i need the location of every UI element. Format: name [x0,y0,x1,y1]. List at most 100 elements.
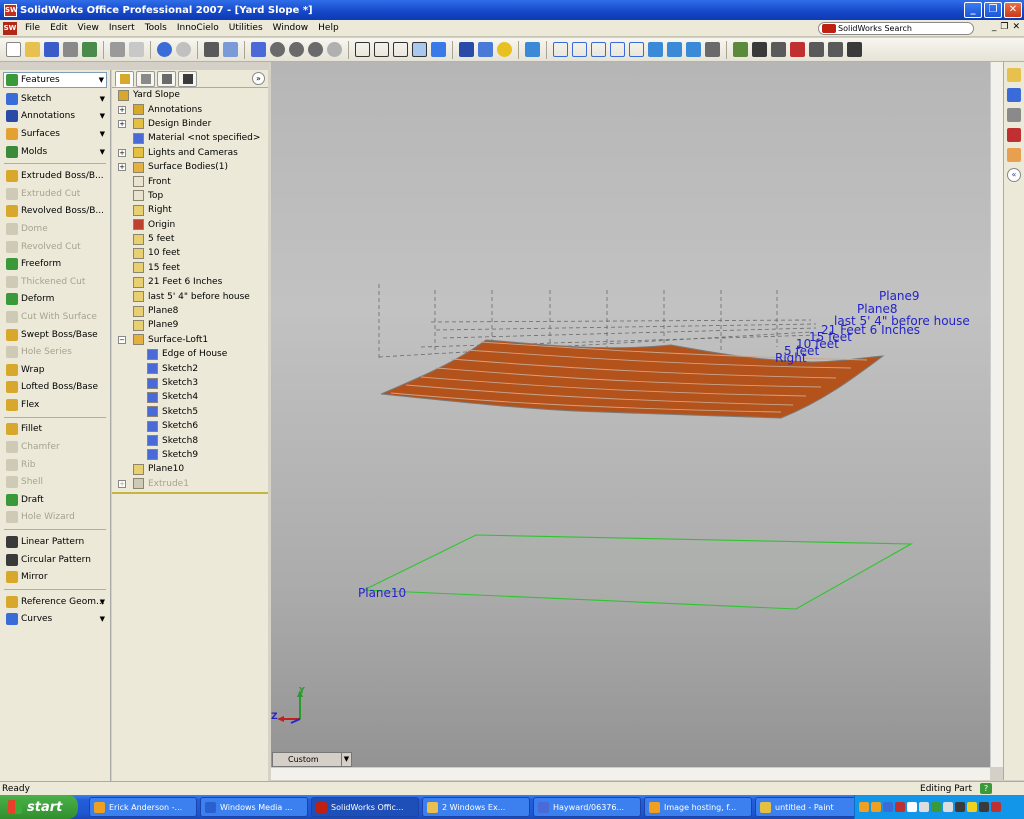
tree-item[interactable]: + Lights and Cameras [112,146,268,160]
tree-item[interactable]: Front [112,174,268,188]
tree-item[interactable]: Sketch5 [112,405,268,419]
feature-command[interactable]: Lofted Boss/Base [0,379,110,397]
feature-command[interactable]: Deform [0,291,110,309]
expand-icon[interactable]: + [118,105,126,114]
mdi-close-button[interactable]: ✕ [1012,22,1020,32]
tree-item[interactable]: 15 feet [112,261,268,275]
solidworks-logo-icon[interactable]: SW [3,21,17,35]
tree-item[interactable]: Edge of House [112,347,268,361]
tree-item[interactable]: Right [112,203,268,217]
realview-icon[interactable] [497,42,512,57]
feature-command[interactable]: Wrap [0,361,110,379]
macro-icon[interactable] [828,42,843,57]
hidden-lines-removed-icon[interactable] [393,42,408,57]
tree-item[interactable]: + Surface Bodies(1) [112,160,268,174]
expand-icon[interactable]: + [118,119,126,128]
menu-utilities[interactable]: Utilities [224,23,268,33]
display-manager-tab[interactable] [178,70,197,87]
feature-command[interactable]: Reference Geom... ▼ [0,593,110,611]
file-explorer-icon[interactable] [1007,108,1021,122]
tray-app-icon[interactable] [967,802,977,812]
horizontal-scrollbar[interactable] [271,767,990,780]
make-assembly-icon[interactable] [82,42,97,57]
minimize-button[interactable]: _ [964,2,982,18]
feature-command[interactable]: Circular Pattern [0,551,110,569]
solidworks-app-icon[interactable]: SW [4,3,18,17]
tree-item[interactable]: Sketch8 [112,433,268,447]
toolbox-icon[interactable] [771,42,786,57]
surfaces-group[interactable]: Surfaces ▼ [0,125,110,143]
print-icon[interactable] [110,42,125,57]
design-library-icon[interactable] [1007,88,1021,102]
feature-command[interactable]: Extruded Boss/B... [0,167,110,185]
tree-item[interactable]: Origin [112,218,268,232]
feature-command[interactable]: Draft [0,491,110,509]
view-tab-custom[interactable]: Custom ▼ [272,752,352,767]
taskbar-button[interactable]: Hayward/06376... [533,797,641,817]
right-view-icon[interactable] [610,42,625,57]
undo-icon[interactable] [157,42,172,57]
mdi-restore-button[interactable]: ❐ [1000,22,1008,32]
taskbar-button[interactable]: Windows Media ... [200,797,308,817]
help-icon[interactable]: ? [980,783,992,794]
search-results-icon[interactable] [1007,128,1021,142]
left-view-icon[interactable] [591,42,606,57]
tray-app-icon[interactable] [883,802,893,812]
tree-item[interactable]: Plane9 [112,318,268,332]
rebuild-icon[interactable] [251,42,266,57]
new-document-icon[interactable] [6,42,21,57]
make-drawing-icon[interactable] [63,42,78,57]
tree-item[interactable]: last 5' 4" before house [112,289,268,303]
feature-command[interactable]: Revolved Boss/B... [0,203,110,221]
menu-view[interactable]: View [73,23,104,33]
feature-command[interactable]: Fillet [0,421,110,439]
tree-item[interactable]: + Annotations [112,102,268,116]
tray-volume-icon[interactable] [919,802,929,812]
view-layout-icon[interactable] [223,42,238,57]
dimetric-view-icon[interactable] [686,42,701,57]
tree-item[interactable]: Plane8 [112,304,268,318]
zoom-selection-icon[interactable] [327,42,342,57]
menu-innocielo[interactable]: InnoCielo [172,23,224,33]
tray-app-icon[interactable] [979,802,989,812]
expand-panel-icon[interactable]: » [252,72,265,85]
solidworks-resources-icon[interactable] [1007,68,1021,82]
solidworks-search-input[interactable]: SolidWorks Search [818,22,974,35]
wireframe-icon[interactable] [355,42,370,57]
tray-app-icon[interactable] [955,802,965,812]
normal-to-icon[interactable] [705,42,720,57]
section-view-icon[interactable] [478,42,493,57]
print-preview-icon[interactable] [129,42,144,57]
tree-item[interactable]: Sketch6 [112,419,268,433]
select-icon[interactable] [204,42,219,57]
taskbar-button[interactable]: SolidWorks Offic... [311,797,419,817]
redo-icon[interactable] [176,42,191,57]
menu-window[interactable]: Window [268,23,314,33]
tree-item[interactable]: 21 Feet 6 Inches [112,275,268,289]
tree-item[interactable]: 5 feet [112,232,268,246]
zoom-area-icon[interactable] [289,42,304,57]
chevron-down-icon[interactable]: ▼ [341,753,351,766]
collapse-task-pane-icon[interactable]: « [1007,168,1021,182]
restore-button[interactable]: ❐ [984,2,1002,18]
annotations-group[interactable]: Annotations ▼ [0,108,110,126]
tray-app-icon[interactable] [859,802,869,812]
model-view[interactable] [271,62,990,767]
menu-tools[interactable]: Tools [140,23,172,33]
molds-group[interactable]: Molds ▼ [0,143,110,161]
tree-item[interactable]: Sketch4 [112,390,268,404]
trimetric-view-icon[interactable] [667,42,682,57]
tree-item[interactable]: Yard Slope [112,88,268,102]
feature-command[interactable]: Swept Boss/Base [0,326,110,344]
tree-item[interactable]: Sketch3 [112,376,268,390]
feature-command[interactable]: Curves ▼ [0,611,110,629]
back-view-icon[interactable] [572,42,587,57]
taskbar-button[interactable]: Image hosting, f... [644,797,752,817]
tray-antivirus-icon[interactable] [895,802,905,812]
tray-network-icon[interactable] [907,802,917,812]
photoworks-icon[interactable] [790,42,805,57]
view-orientation-icon[interactable] [525,42,540,57]
tree-item[interactable]: Plane10 [112,462,268,476]
menu-insert[interactable]: Insert [104,23,140,33]
tree-item[interactable]: Material <not specified> [112,131,268,145]
